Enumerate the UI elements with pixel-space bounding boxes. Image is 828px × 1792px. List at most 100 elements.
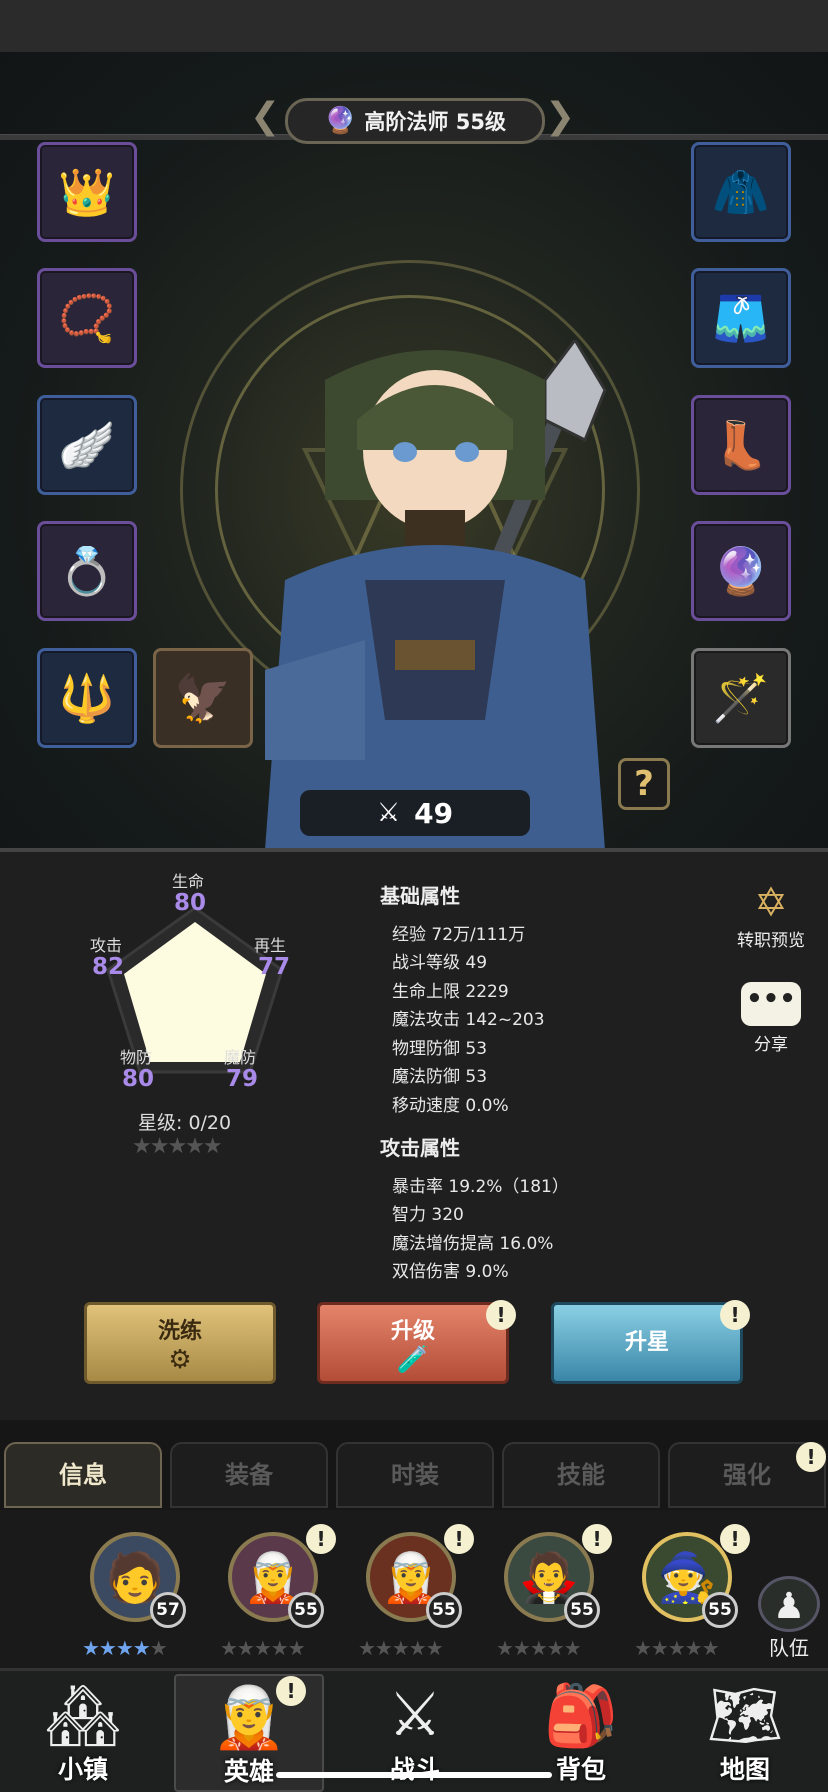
equip-slot-cape[interactable]: 🧥 [691, 142, 791, 242]
level-up-label: 升级 [390, 1319, 435, 1344]
tab-skills[interactable]: 技能 [502, 1442, 660, 1508]
radar-value-regen: 77 [258, 954, 291, 980]
team-button[interactable]: ♟ 队伍 [754, 1576, 824, 1660]
radar-label-attack: 攻击 [90, 936, 123, 955]
equip-slot-orb-ring[interactable]: 🔮 [691, 521, 791, 621]
team-label: 队伍 [769, 1636, 809, 1660]
nav-town[interactable]: 🏘 小镇 [8, 1674, 158, 1792]
radar-label-life: 生命 [172, 872, 205, 891]
home-indicator [276, 1772, 552, 1778]
ring-icon: 💍 [58, 543, 116, 598]
heroes-nav-alert-badge: ! [276, 1676, 306, 1706]
combat-power-bar: ⚔ 49 [300, 790, 530, 836]
top-status-bar [0, 0, 828, 52]
equip-slot-head[interactable]: 👑 [37, 142, 137, 242]
star-up-button[interactable]: 升星 [551, 1302, 743, 1384]
combat-power-value: 49 [414, 796, 454, 830]
gear-gem-icon: ⚙ [168, 1345, 192, 1375]
equip-slot-boots[interactable]: 👢 [691, 395, 791, 495]
spear-icon: 🔱 [58, 670, 116, 725]
hero-stars-1: ★★★★★ [82, 1636, 168, 1660]
necklace-icon: 📿 [58, 290, 116, 345]
radar-label-pdef: 物防 [120, 1048, 153, 1067]
radar-value-mdef: 79 [226, 1066, 259, 1092]
equip-slot-weapon[interactable]: 🔱 [37, 648, 137, 748]
equip-slot-ring[interactable]: 💍 [37, 521, 137, 621]
chess-piece-icon: ♟ [758, 1576, 820, 1632]
radar-label-regen: 再生 [254, 936, 287, 955]
refine-label: 洗练 [157, 1319, 202, 1344]
star-up-label: 升星 [624, 1330, 669, 1355]
attr-double-damage: 双倍伤害 9.0% [392, 1262, 509, 1282]
attr-exp: 经验 72万/111万 [392, 925, 526, 945]
attr-magic-dmg-boost: 魔法增伤提高 16.0% [392, 1234, 554, 1254]
hero-card-1[interactable]: 🧑 57 [76, 1524, 190, 1634]
battle-swords-icon: ⚔ [388, 1680, 442, 1750]
nav-backpack-label: 背包 [555, 1755, 606, 1784]
hexagram-icon: ✡ [754, 880, 788, 926]
job-preview-label: 转职预览 [737, 931, 805, 951]
wing-bracelet-icon: 🪽 [58, 417, 116, 472]
hero-5-alert-badge: ! [720, 1524, 750, 1554]
hero-2-alert-badge: ! [306, 1524, 336, 1554]
star-rating: ★★★★★ [132, 1134, 223, 1159]
equip-slot-bracelet[interactable]: 🪽 [37, 395, 137, 495]
star-up-alert-badge: ! [720, 1300, 750, 1330]
radar-value-life: 80 [174, 890, 207, 916]
equip-slot-pants[interactable]: 🩳 [691, 268, 791, 368]
tab-equipment[interactable]: 装备 [170, 1442, 328, 1508]
refine-button[interactable]: 洗练 ⚙ [84, 1302, 276, 1384]
attr-phys-def: 物理防御 53 [392, 1039, 488, 1059]
hero-stars-4: ★★★★★ [496, 1636, 582, 1660]
level-up-button[interactable]: 升级 🧪 [317, 1302, 509, 1384]
hero-3-alert-badge: ! [444, 1524, 474, 1554]
staff-icon: 🪄 [712, 670, 770, 725]
attr-magic-attack: 魔法攻击 142~203 [392, 1010, 545, 1030]
attr-magic-def: 魔法防御 53 [392, 1067, 488, 1087]
attr-combat-level: 战斗等级 49 [392, 953, 488, 973]
attack-attributes-heading: 攻击属性 [380, 1136, 460, 1160]
equip-slot-offhand[interactable]: 🦅 [153, 648, 253, 748]
hero-stars-5: ★★★★★ [634, 1636, 720, 1660]
potion-icon: 🧪 [396, 1345, 430, 1375]
star-level-text: 星级: 0/20 [138, 1112, 232, 1134]
level-up-alert-badge: ! [486, 1300, 516, 1330]
crown-icon: 👑 [58, 164, 116, 219]
chat-bubble-icon: ••• [741, 982, 801, 1026]
equip-slot-staff[interactable]: 🪄 [691, 648, 791, 748]
orb-ring-icon: 🔮 [712, 543, 770, 598]
attr-crit-rate: 暴击率 19.2%（181） [392, 1177, 569, 1197]
hero-4-alert-badge: ! [582, 1524, 612, 1554]
boots-icon: 👢 [712, 417, 770, 472]
job-preview-button[interactable]: ✡ 转职预览 [726, 880, 816, 951]
hero-level-badge: 55 [288, 1592, 324, 1628]
radar-value-attack: 82 [92, 954, 125, 980]
nav-map[interactable]: 🗺 地图 [670, 1674, 820, 1792]
hero-level-badge: 57 [150, 1592, 186, 1628]
tab-costume[interactable]: 时装 [336, 1442, 494, 1508]
share-button[interactable]: ••• 分享 [730, 982, 812, 1055]
attr-move-speed: 移动速度 0.0% [392, 1096, 509, 1116]
title-wing-right-icon: ❯ [545, 96, 576, 137]
hero-stars-3: ★★★★★ [358, 1636, 444, 1660]
backpack-icon: 🎒 [543, 1681, 619, 1751]
share-label: 分享 [754, 1035, 788, 1055]
help-button[interactable]: ? [618, 758, 670, 810]
claw-icon: 🦅 [174, 670, 232, 725]
hero-level-badge: 55 [564, 1592, 600, 1628]
tab-info[interactable]: 信息 [4, 1442, 162, 1508]
mage-class-icon: 🔮 [324, 106, 357, 136]
attr-intelligence: 智力 320 [392, 1205, 464, 1225]
hero-class-level: 高阶法师 55级 [364, 110, 506, 134]
equip-slot-necklace[interactable]: 📿 [37, 268, 137, 368]
crossed-swords-icon: ⚔ [376, 798, 401, 828]
hero-level-badge: 55 [702, 1592, 738, 1628]
nav-battle-label: 战斗 [389, 1755, 440, 1784]
radar-value-pdef: 80 [122, 1066, 155, 1092]
hero-title-plate: 🔮 高阶法师 55级 [285, 98, 545, 144]
map-scroll-icon: 🗺 [706, 1681, 784, 1751]
nav-map-label: 地图 [719, 1755, 770, 1784]
cape-icon: 🧥 [712, 164, 770, 219]
title-wing-left-icon: ❮ [250, 96, 281, 137]
pants-icon: 🩳 [712, 290, 770, 345]
